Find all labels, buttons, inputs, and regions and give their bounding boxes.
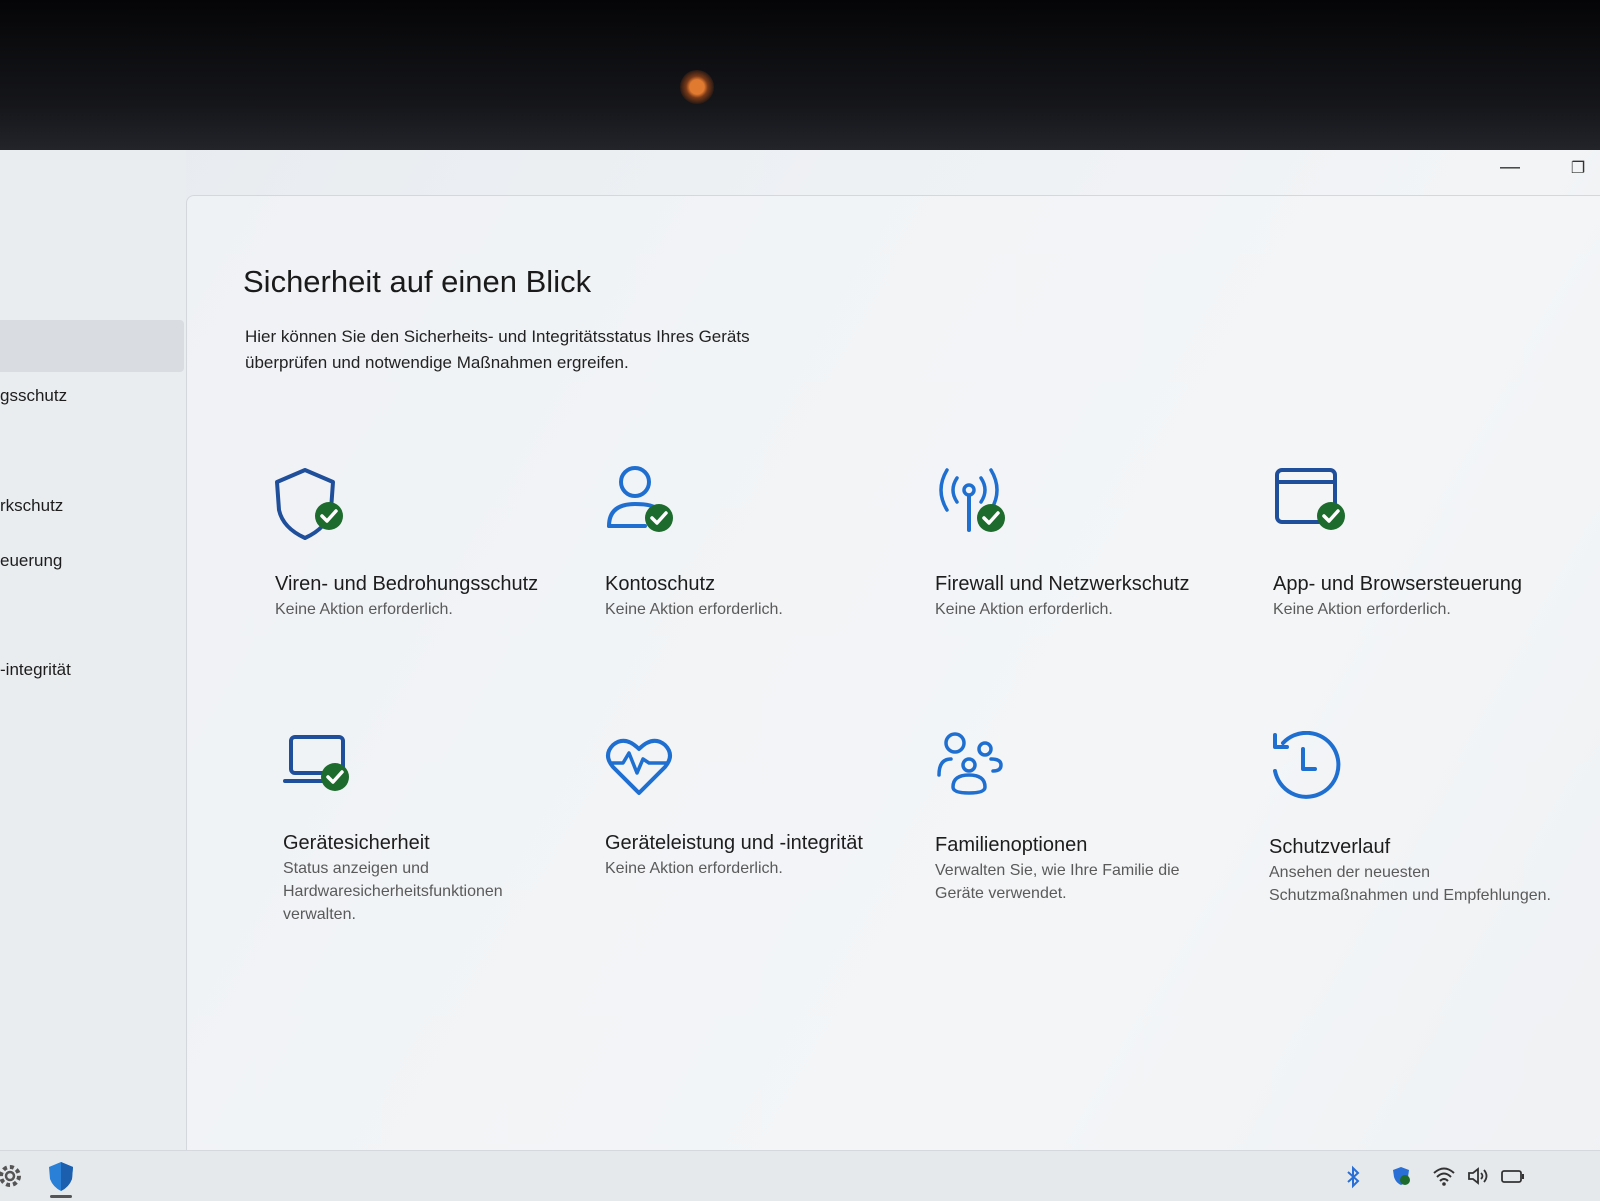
windows-security-shield-icon[interactable] — [44, 1159, 78, 1193]
tile-title: Gerätesicherheit — [283, 832, 430, 854]
laptop-check-icon — [283, 735, 349, 791]
tile-status: Keine Aktion erforderlich. — [1273, 601, 1451, 618]
tile-protection-history[interactable]: Schutzverlauf Ansehen der neuesten Schut… — [1269, 731, 1569, 931]
tile-status: Keine Aktion erforderlich. — [275, 601, 453, 618]
tile-title: App- und Browsersteuerung — [1273, 573, 1523, 595]
tile-account-protection[interactable]: Kontoschutz Keine Aktion erforderlich. — [605, 464, 905, 664]
tile-family-options[interactable]: Familienoptionen Verwalten Sie, wie Ihre… — [935, 731, 1235, 931]
settings-gear-icon[interactable] — [0, 1159, 30, 1193]
main-content: Sicherheit auf einen Blick Hier können S… — [186, 195, 1600, 1156]
tile-status: Keine Aktion erforderlich. — [605, 601, 783, 618]
webcam — [680, 70, 714, 104]
tile-status: Verwalten Sie, wie Ihre Familie die Gerä… — [935, 862, 1180, 902]
page-title: Sicherheit auf einen Blick — [243, 264, 592, 299]
maximize-button[interactable]: ❐ — [1560, 158, 1596, 180]
screen: — ❐ gsschutz rkschutz euerung -integritä… — [0, 150, 1600, 1201]
tile-device-security[interactable]: Gerätesicherheit Status anzeigen und Har… — [283, 731, 583, 931]
defender-tray-icon[interactable] — [1390, 1165, 1412, 1191]
sidebar-item-app-browser-control[interactable]: euerung — [0, 541, 186, 581]
tile-title: Familienoptionen — [935, 834, 1088, 856]
browser-window-check-icon — [1275, 468, 1345, 530]
sidebar-item-firewall[interactable]: rkschutz — [0, 486, 186, 526]
account-check-icon — [607, 466, 673, 532]
tile-device-performance[interactable]: Geräteleistung und -integrität Keine Akt… — [605, 731, 905, 931]
tile-title: Viren- und Bedrohungsschutz — [275, 573, 539, 595]
laptop-bezel — [0, 0, 1600, 150]
bluetooth-icon[interactable] — [1345, 1165, 1363, 1191]
battery-icon[interactable] — [1500, 1165, 1526, 1191]
family-icon — [937, 732, 1003, 795]
tile-firewall[interactable]: Firewall und Netzwerkschutz Keine Aktion… — [935, 464, 1235, 664]
wifi-icon[interactable] — [1432, 1165, 1456, 1191]
taskbar — [0, 1150, 1600, 1201]
tile-status: Status anzeigen und Hardwaresicherheitsf… — [283, 860, 503, 923]
tile-virus-protection[interactable]: Viren- und Bedrohungsschutz Keine Aktion… — [275, 464, 575, 664]
shield-check-icon — [275, 468, 343, 540]
heart-pulse-icon — [606, 738, 672, 795]
minimize-button[interactable]: — — [1490, 157, 1530, 180]
tile-title: Geräteleistung und -integrität — [605, 832, 863, 854]
sidebar-item-device-performance[interactable]: -integrität — [0, 650, 186, 690]
antenna-check-icon — [939, 468, 1005, 532]
tile-status: Keine Aktion erforderlich. — [935, 601, 1113, 618]
history-clock-icon — [1273, 731, 1341, 799]
sidebar: gsschutz rkschutz euerung -integrität — [0, 150, 186, 1150]
active-app-indicator — [50, 1195, 72, 1198]
tile-title: Schutzverlauf — [1269, 836, 1391, 858]
tile-title: Firewall und Netzwerkschutz — [935, 573, 1190, 595]
tile-title: Kontoschutz — [605, 573, 716, 595]
volume-icon[interactable] — [1466, 1165, 1490, 1191]
tile-status: Ansehen der neuesten Schutzmaßnahmen und… — [1269, 864, 1551, 904]
sidebar-item-virus-protection[interactable]: gsschutz — [0, 376, 186, 416]
page-description: Hier können Sie den Sicherheits- und Int… — [245, 327, 750, 372]
window-controls: — ❐ — [1460, 150, 1600, 186]
sidebar-item-home[interactable] — [0, 320, 184, 372]
tile-status: Keine Aktion erforderlich. — [605, 860, 783, 877]
tile-app-browser-control[interactable]: App- und Browsersteuerung Keine Aktion e… — [1273, 464, 1573, 664]
